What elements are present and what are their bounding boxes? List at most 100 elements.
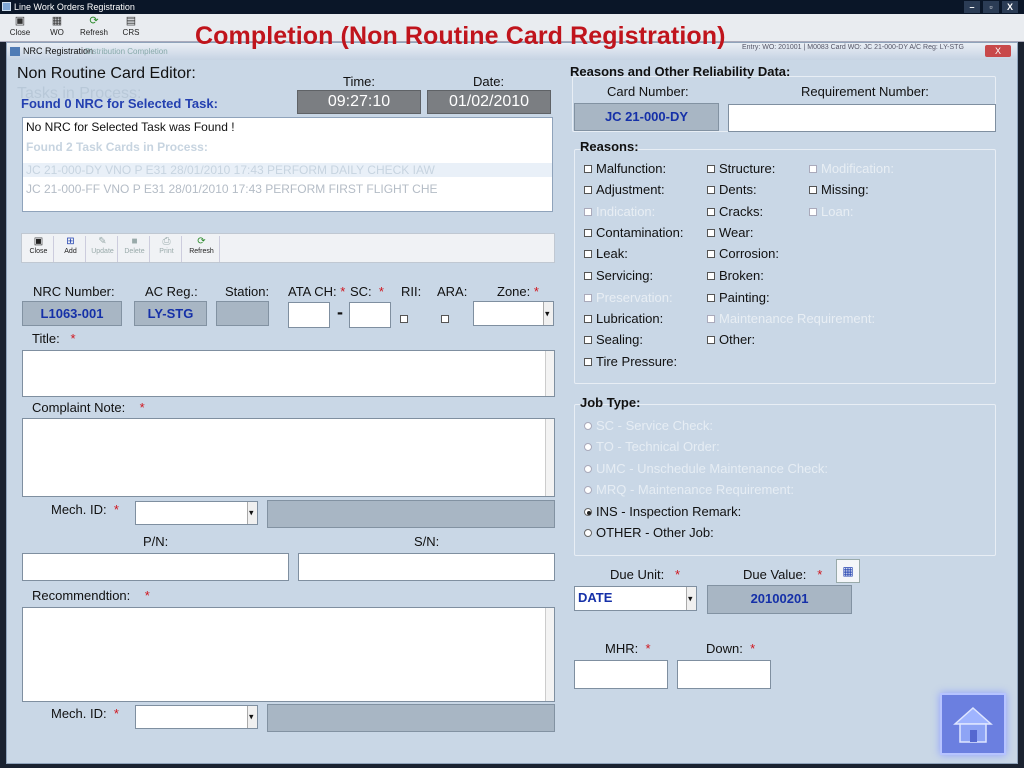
job-type-sc-radio[interactable]: SC - Service Check: xyxy=(584,418,713,433)
reason-label: Contamination: xyxy=(596,225,684,240)
due-unit-select[interactable]: DATE xyxy=(574,586,697,611)
reason-label: Malfunction: xyxy=(596,161,667,176)
reason-missing-checkbox[interactable]: Missing: xyxy=(809,182,869,197)
sc-text: SC: xyxy=(350,284,372,299)
requirement-number-input[interactable] xyxy=(728,104,996,132)
job-type-mrq-radio[interactable]: MRQ - Maintenance Requirement: xyxy=(584,482,794,497)
complaint-text: Complaint Note: xyxy=(32,400,126,415)
reason-label: Other: xyxy=(719,332,756,347)
reasons-title: Reasons: xyxy=(580,139,639,154)
ata-ch-input[interactable] xyxy=(288,302,330,328)
dialog-close-button[interactable]: X xyxy=(985,45,1011,57)
due-unit-text: Due Unit: xyxy=(610,567,665,582)
reason-corrosion-checkbox[interactable]: Corrosion: xyxy=(707,246,779,261)
job-type-to-radio[interactable]: TO - Technical Order: xyxy=(584,439,720,454)
job-type-label: INS - Inspection Remark: xyxy=(596,504,742,519)
ata-ch-label: ATA CH: * xyxy=(288,284,345,299)
reason-adjustment-checkbox[interactable]: Adjustment: xyxy=(584,182,665,197)
mech-id-select-2[interactable] xyxy=(135,705,258,729)
toolbar-close-button[interactable]: ▣ Close xyxy=(2,16,38,40)
reason-leak-checkbox[interactable]: Leak: xyxy=(584,246,628,261)
job-type-label: MRQ - Maintenance Requirement: xyxy=(596,482,794,497)
reason-painting-checkbox[interactable]: Painting: xyxy=(707,290,770,305)
reason-cracks-checkbox[interactable]: Cracks: xyxy=(707,204,763,219)
ghost-task-row: JC 21-000-DY VNO P E31 28/01/2010 17:43 … xyxy=(23,163,552,177)
scrollbar[interactable] xyxy=(545,419,554,496)
toolbar-wo-label: WO xyxy=(50,28,64,37)
calendar-button[interactable]: ▦ xyxy=(836,559,860,583)
toolbar-wo-button[interactable]: ▦ WO xyxy=(39,16,75,40)
reason-sealing-checkbox[interactable]: Sealing: xyxy=(584,332,643,347)
scrollbar[interactable] xyxy=(545,351,554,396)
reason-lubrication-checkbox[interactable]: Lubrication: xyxy=(584,311,663,326)
rii-checkbox[interactable] xyxy=(400,311,412,326)
sc-input[interactable] xyxy=(349,302,391,328)
scrollbar[interactable] xyxy=(545,608,554,701)
ara-checkbox[interactable] xyxy=(441,311,453,326)
mech-id-select[interactable] xyxy=(135,501,258,525)
reason-tire-pressure-checkbox[interactable]: Tire Pressure: xyxy=(584,354,677,369)
reason-broken-checkbox[interactable]: Broken: xyxy=(707,268,764,283)
reason-maintenance-requirement-checkbox[interactable]: Maintenance Requirement: xyxy=(707,311,875,326)
job-type-label: OTHER - Other Job: xyxy=(596,525,714,540)
slide-headline: Completion (Non Routine Card Registratio… xyxy=(195,22,726,50)
nrc-close-label: Close xyxy=(29,248,48,255)
required-marker: * xyxy=(340,284,346,299)
reason-wear-checkbox[interactable]: Wear: xyxy=(707,225,753,240)
required-marker: * xyxy=(144,588,150,603)
ghost-task-row: JC 21-000-FF VNO P E31 28/01/2010 17:43 … xyxy=(26,182,438,196)
title-text: Title: xyxy=(32,331,60,346)
minimize-button[interactable]: – xyxy=(964,1,980,13)
nrc-delete-button[interactable]: ■ Delete xyxy=(120,236,150,262)
job-type-ins-radio[interactable]: INS - Inspection Remark: xyxy=(584,504,741,519)
maximize-button[interactable]: ▫ xyxy=(983,1,999,13)
home-icon xyxy=(953,706,993,743)
reason-label: Tire Pressure: xyxy=(596,354,678,369)
reason-modification-checkbox[interactable]: Modification: xyxy=(809,161,894,176)
job-type-umc-radio[interactable]: UMC - Unschedule Maintenance Check: xyxy=(584,461,828,476)
mhr-input[interactable] xyxy=(574,660,668,689)
sn-label: S/N: xyxy=(414,534,440,549)
pn-input[interactable] xyxy=(22,553,289,581)
editor-title: Non Routine Card Editor: xyxy=(17,65,196,82)
required-marker: * xyxy=(533,284,539,299)
reason-other-checkbox[interactable]: Other: xyxy=(707,332,755,347)
app-title-bar: Line Work Orders Registration – ▫ X xyxy=(0,0,1024,14)
reason-servicing-checkbox[interactable]: Servicing: xyxy=(584,268,653,283)
recommendation-text: Recommendtion: xyxy=(32,588,131,603)
nrc-add-button[interactable]: ⊞ Add xyxy=(56,236,86,262)
required-marker: * xyxy=(113,706,119,721)
nrc-refresh-button[interactable]: ⟳ Refresh xyxy=(184,236,220,262)
reason-label: Maintenance Requirement: xyxy=(719,311,876,326)
reason-dents-checkbox[interactable]: Dents: xyxy=(707,182,757,197)
nrc-list[interactable]: No NRC for Selected Task was Found ! Fou… xyxy=(22,117,553,212)
toolbar-crs-button[interactable]: ▤ CRS xyxy=(113,16,149,40)
reason-contamination-checkbox[interactable]: Contamination: xyxy=(584,225,683,240)
nrc-print-button[interactable]: ⎙ Print xyxy=(152,236,182,262)
toolbar-crs-label: CRS xyxy=(122,28,140,37)
reason-loan-checkbox[interactable]: Loan: xyxy=(809,204,854,219)
nrc-update-label: Update xyxy=(91,248,114,255)
dialog-title: NRC Registration xyxy=(23,46,94,56)
card-number-label: Card Number: xyxy=(607,84,689,99)
window-close-button[interactable]: X xyxy=(1002,1,1018,13)
reason-structure-checkbox[interactable]: Structure: xyxy=(707,161,775,176)
zone-label: Zone: * xyxy=(497,284,539,299)
sn-input[interactable] xyxy=(298,553,555,581)
home-button[interactable] xyxy=(940,693,1006,755)
title-textarea[interactable] xyxy=(22,350,555,397)
toolbar-refresh-button[interactable]: ⟳ Refresh xyxy=(76,16,112,40)
nrc-number-label: NRC Number: xyxy=(33,284,115,299)
due-value-text: Due Value: xyxy=(743,567,807,582)
reason-indication-checkbox[interactable]: Indication: xyxy=(584,204,655,219)
recommendation-textarea[interactable] xyxy=(22,607,555,702)
complaint-textarea[interactable] xyxy=(22,418,555,497)
down-input[interactable] xyxy=(677,660,771,689)
job-type-other-radio[interactable]: OTHER - Other Job: xyxy=(584,525,714,540)
reason-preservation-checkbox[interactable]: Preservation: xyxy=(584,290,673,305)
reason-malfunction-checkbox[interactable]: Malfunction: xyxy=(584,161,666,176)
zone-select[interactable] xyxy=(473,301,554,326)
ghost-found-label: Found 2 Task Cards in Process: xyxy=(26,140,208,154)
nrc-update-button[interactable]: ✎ Update xyxy=(88,236,118,262)
nrc-close-button[interactable]: ▣ Close xyxy=(24,236,54,262)
